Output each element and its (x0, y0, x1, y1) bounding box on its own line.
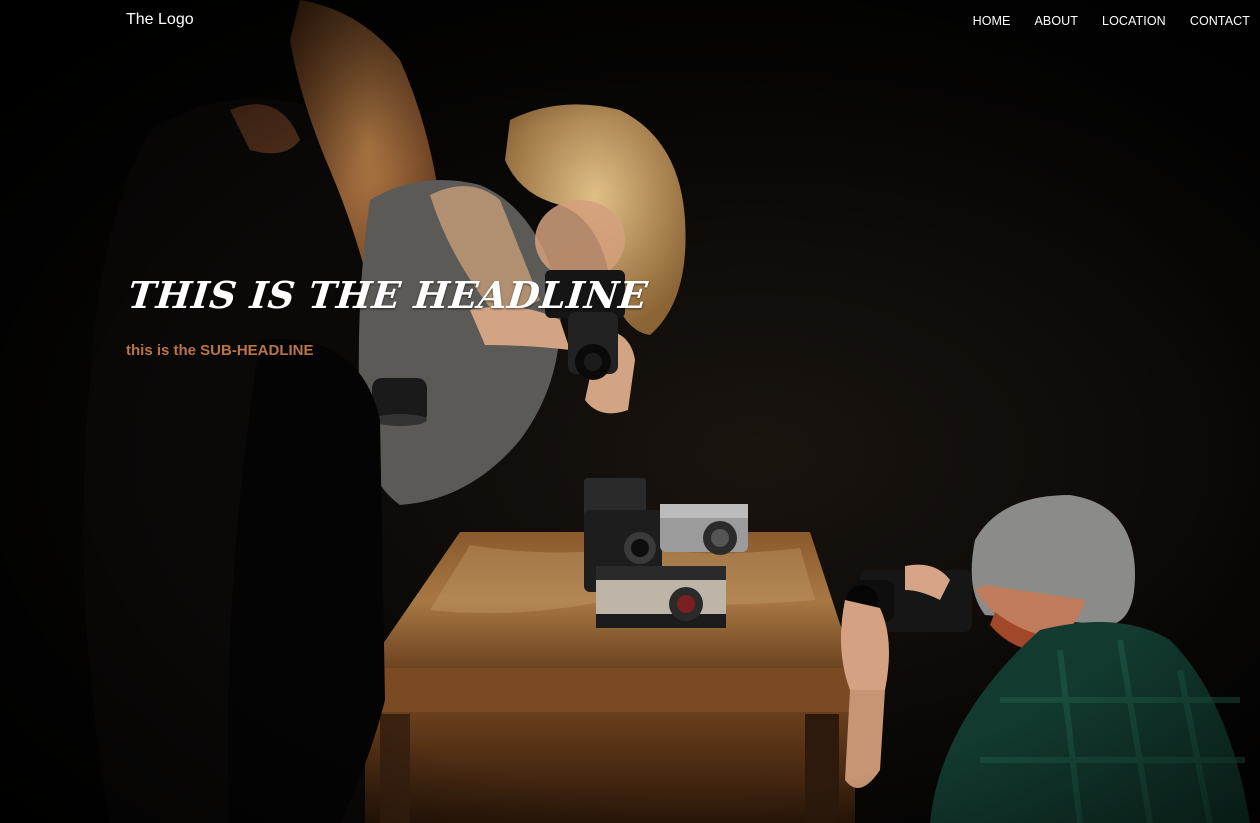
hero-subheadline: this is the SUB-HEADLINE (126, 342, 314, 359)
site-logo[interactable]: The Logo (126, 10, 194, 30)
nav-item-about: ABOUT (1034, 12, 1078, 30)
nav-link-contact[interactable]: CONTACT (1190, 14, 1250, 28)
hero-headline: THIS IS THE HEADLINE (126, 273, 650, 317)
hero-section: The Logo HOME ABOUT LOCATION CONTACT THI… (0, 0, 1260, 823)
top-navigation-bar: The Logo HOME ABOUT LOCATION CONTACT (0, 0, 1260, 44)
nav-item-location: LOCATION (1102, 12, 1166, 30)
nav-link-home[interactable]: HOME (973, 14, 1011, 28)
nav-item-home: HOME (973, 12, 1011, 30)
hero-background-image (0, 0, 1260, 823)
nav-link-about[interactable]: ABOUT (1034, 14, 1078, 28)
nav-link-location[interactable]: LOCATION (1102, 14, 1166, 28)
nav-item-contact: CONTACT (1190, 12, 1250, 30)
main-nav: HOME ABOUT LOCATION CONTACT (973, 12, 1250, 30)
